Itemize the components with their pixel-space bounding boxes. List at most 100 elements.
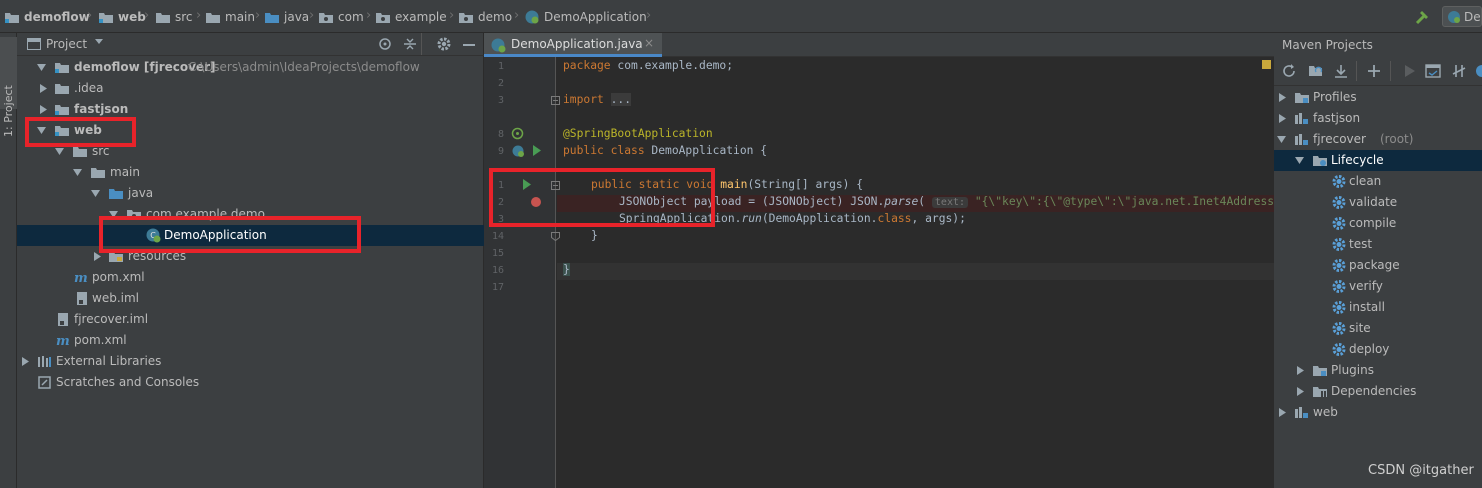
breadcrumb-item[interactable]: java xyxy=(264,8,309,25)
editor-tab-active[interactable]: DemoApplication.java × xyxy=(484,33,662,57)
breadcrumb-item[interactable]: com xyxy=(318,8,364,25)
chevron-down-icon[interactable] xyxy=(95,39,103,45)
breadcrumb-item[interactable]: DemoApplication xyxy=(524,8,647,25)
collapsed-arrow-icon[interactable] xyxy=(1278,114,1287,123)
lifecycle-goal[interactable]: verify xyxy=(1274,276,1482,297)
breadcrumb-item[interactable]: example xyxy=(375,8,447,25)
lifecycle-goal[interactable]: deploy xyxy=(1274,339,1482,360)
warning-marker-icon[interactable] xyxy=(1262,60,1271,69)
watermark: CSDN @itgather xyxy=(1368,463,1474,478)
tree-node[interactable]: External Libraries xyxy=(17,351,484,372)
tree-node[interactable]: web.iml xyxy=(17,288,484,309)
tree-node[interactable]: java xyxy=(17,183,484,204)
lifecycle-goal[interactable]: compile xyxy=(1274,213,1482,234)
collapsed-arrow-icon[interactable] xyxy=(21,357,30,366)
collapsed-arrow-icon[interactable] xyxy=(1296,387,1305,396)
gear-icon xyxy=(1331,216,1347,231)
maven-tree-node[interactable]: web xyxy=(1274,402,1482,423)
line-number: 16 xyxy=(491,265,504,276)
collapsed-arrow-icon[interactable] xyxy=(93,252,102,261)
lifecycle-goal[interactable]: site xyxy=(1274,318,1482,339)
toolbar-divider xyxy=(1356,61,1357,81)
folded-imports[interactable]: ... xyxy=(610,93,632,106)
add-icon[interactable] xyxy=(1367,64,1381,78)
run-configuration-selector[interactable]: De xyxy=(1442,6,1482,27)
code-line[interactable]: JSONObject payload = (JSONObject) JSON.p… xyxy=(619,195,1274,212)
run-class-icon[interactable] xyxy=(532,145,542,156)
breadcrumb-item[interactable]: src xyxy=(155,8,193,25)
root-hint: (root) xyxy=(1380,132,1414,146)
expanded-arrow-icon[interactable] xyxy=(91,189,100,198)
lifecycle-goal[interactable]: clean xyxy=(1274,171,1482,192)
maven-tree-node[interactable]: fastjson xyxy=(1274,108,1482,129)
breadcrumb-label: com xyxy=(338,9,364,24)
lifecycle-goal[interactable]: install xyxy=(1274,297,1482,318)
collapse-all-icon[interactable] xyxy=(403,37,417,51)
line-number: 8 xyxy=(497,129,504,140)
breadcrumb-item[interactable]: demoflow xyxy=(4,8,90,25)
collapsed-arrow-icon[interactable] xyxy=(39,84,48,93)
code-line[interactable]: public class DemoApplication { xyxy=(563,144,767,161)
expanded-arrow-icon[interactable] xyxy=(37,63,46,72)
breadcrumb-item[interactable]: demo xyxy=(458,8,512,25)
collapsed-arrow-icon[interactable] xyxy=(1278,93,1287,102)
code-token: DemoApplication { xyxy=(644,144,768,157)
settings-icon[interactable] xyxy=(1475,64,1482,78)
download-icon[interactable] xyxy=(1334,64,1348,78)
tree-node[interactable]: m pom.xml xyxy=(17,330,484,351)
execute-goal-icon[interactable] xyxy=(1425,64,1441,78)
package-folder-icon xyxy=(318,10,334,24)
maven-tree-node-selected[interactable]: Lifecycle xyxy=(1274,150,1482,171)
code-line[interactable]: import ... xyxy=(563,93,632,110)
build-hammer-icon[interactable] xyxy=(1414,8,1432,26)
code-line[interactable]: @SpringBootApplication xyxy=(563,127,713,144)
spring-class-icon[interactable] xyxy=(511,144,525,158)
code-line[interactable]: } xyxy=(563,263,570,280)
tree-node[interactable]: fjrecover.iml xyxy=(17,309,484,330)
skip-tests-icon[interactable] xyxy=(1452,64,1466,78)
package-folder-icon xyxy=(375,10,391,24)
fold-icon[interactable] xyxy=(551,232,560,241)
locate-file-icon[interactable] xyxy=(378,37,392,51)
code-token: , args); xyxy=(911,212,966,225)
breadcrumb-label: DemoApplication xyxy=(544,9,647,24)
fold-icon[interactable] xyxy=(551,96,560,105)
tree-node-root[interactable]: demoflow [fjrecover] C:\Users\admin\Idea… xyxy=(17,57,484,78)
maven-tree-node[interactable]: fjrecover (root) xyxy=(1274,129,1482,150)
minimize-icon[interactable] xyxy=(463,37,475,51)
project-tool-window-tab[interactable]: 1: Project xyxy=(0,37,17,137)
expanded-arrow-icon[interactable] xyxy=(73,168,82,177)
tree-node[interactable]: Scratches and Consoles xyxy=(17,372,484,393)
lifecycle-goal[interactable]: test xyxy=(1274,234,1482,255)
code-line[interactable]: package com.example.demo; xyxy=(563,59,733,76)
spring-bean-gutter-icon[interactable] xyxy=(511,127,524,140)
close-icon[interactable]: × xyxy=(644,36,654,50)
lifecycle-folder-icon xyxy=(1312,153,1328,168)
breadcrumb-item[interactable]: main xyxy=(205,8,255,25)
code-line[interactable]: } xyxy=(591,229,598,246)
expanded-arrow-icon[interactable] xyxy=(1277,135,1286,144)
refresh-icon[interactable] xyxy=(1282,64,1296,78)
lifecycle-goal[interactable]: package xyxy=(1274,255,1482,276)
expanded-arrow-icon[interactable] xyxy=(55,147,64,156)
maven-tree-node[interactable]: Dependencies xyxy=(1274,381,1482,402)
tree-node[interactable]: .idea xyxy=(17,78,484,99)
tree-node[interactable]: m pom.xml xyxy=(17,267,484,288)
lifecycle-goal[interactable]: validate xyxy=(1274,192,1482,213)
breadcrumb-label: demo xyxy=(478,9,513,24)
gear-icon xyxy=(1331,300,1347,315)
highlight-box-main-method xyxy=(489,168,715,227)
project-view-title[interactable]: Project xyxy=(46,37,87,51)
collapsed-arrow-icon[interactable] xyxy=(1278,408,1287,417)
tree-node[interactable]: main xyxy=(17,162,484,183)
collapsed-arrow-icon[interactable] xyxy=(39,105,48,114)
collapsed-arrow-icon[interactable] xyxy=(1296,366,1305,375)
gear-icon[interactable] xyxy=(437,37,451,51)
generate-sources-icon[interactable] xyxy=(1308,64,1324,78)
breadcrumb-label: example xyxy=(395,9,447,24)
expanded-arrow-icon[interactable] xyxy=(1295,156,1304,165)
maven-tree-node[interactable]: Profiles xyxy=(1274,87,1482,108)
goal-label: verify xyxy=(1349,279,1383,293)
maven-tree-node[interactable]: Plugins xyxy=(1274,360,1482,381)
breadcrumb-item[interactable]: web xyxy=(98,8,146,25)
